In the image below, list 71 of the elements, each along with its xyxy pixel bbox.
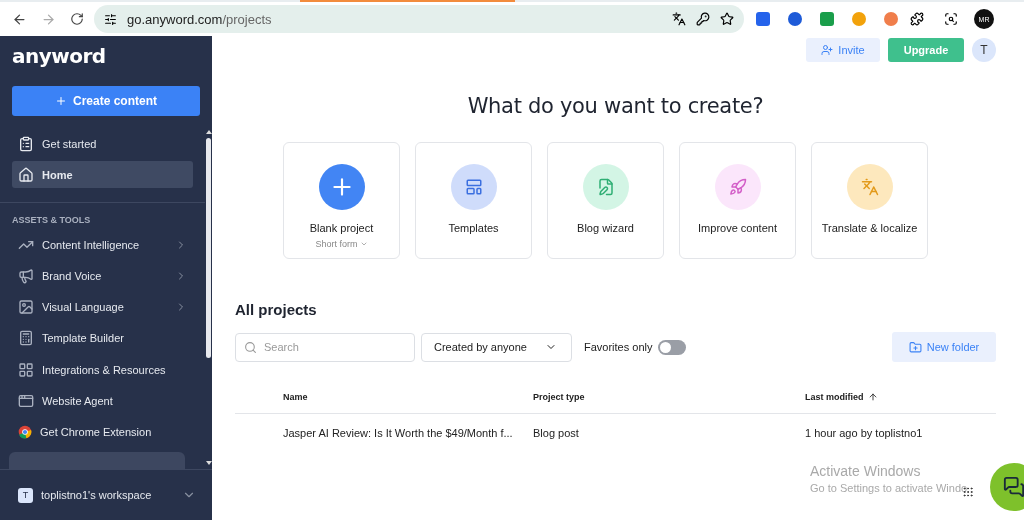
url-text: go.anyword.com/projects [127, 11, 273, 27]
layout-icon [464, 178, 483, 196]
search-field[interactable]: Search [235, 332, 415, 362]
clipboard-icon [18, 135, 34, 152]
create-option-card[interactable]: Blog wizard [547, 142, 664, 259]
sidebar-item[interactable]: Get started [12, 130, 193, 158]
image-icon [18, 299, 34, 316]
grid-icon [18, 361, 34, 378]
site-settings-icon[interactable] [104, 12, 117, 26]
section-heading: All projects [235, 301, 318, 318]
option-label: Improve content [698, 222, 777, 234]
short-form-dropdown[interactable]: Short form [315, 239, 368, 249]
sidebar-item[interactable]: Content Intelligence [12, 231, 193, 259]
address-bar[interactable]: go.anyword.com/projects [94, 5, 744, 33]
chat-icon [1003, 476, 1024, 498]
logo: anyword [11, 43, 107, 70]
workspace-avatar: T [18, 487, 33, 503]
option-label: Translate & localize [821, 222, 918, 234]
extension-icon[interactable] [788, 12, 802, 26]
activation-text: Go to Settings to activate Windo [810, 482, 968, 494]
table-cell-text: Blog post [533, 427, 580, 439]
create-option-card[interactable]: Translate & localize [811, 142, 928, 259]
user-plus-icon [821, 44, 834, 56]
favorites-label: Favorites only [584, 341, 653, 353]
lens-icon[interactable] [944, 12, 958, 26]
creator-dropdown[interactable]: Created by anyone [421, 332, 572, 362]
folder-plus-icon [908, 340, 922, 354]
table-cell-text: 1 hour ago by toplistno1 [805, 427, 924, 439]
bookmark-star-icon[interactable] [720, 12, 734, 26]
section-title: ASSETS & TOOLS [12, 215, 92, 228]
sort-arrow-icon [867, 391, 878, 402]
megaphone-icon [18, 268, 34, 285]
activation-title: Activate Windows [810, 463, 922, 479]
sidebar-item[interactable]: Website Agent [12, 387, 193, 415]
sidebar-item[interactable]: Integrations & Resources [12, 356, 193, 384]
table-cell[interactable]: Jasper AI Review: Is It Worth the $49/Month f... [283, 427, 533, 439]
sidebar-item[interactable]: Brand Voice [12, 262, 193, 290]
page-heading: What do you want to create? [466, 94, 765, 118]
translate-icon [860, 178, 879, 196]
reload-icon [70, 12, 84, 26]
favorites-toggle[interactable] [658, 339, 687, 355]
plus-icon [55, 95, 67, 107]
extension-icon[interactable] [884, 12, 898, 26]
workspace-switcher[interactable]: T toplistno1's workspace [0, 469, 212, 520]
chrome-logo-icon [18, 424, 32, 439]
option-label: Blank project [309, 222, 374, 234]
window-icon [18, 392, 34, 409]
chevron-down-icon [359, 240, 368, 248]
sidebar-item[interactable]: Home [12, 161, 193, 189]
option-label: Templates [448, 222, 499, 234]
create-content-button[interactable]: Create content [12, 86, 200, 116]
create-option-card[interactable]: Templates [415, 142, 532, 259]
document-pen-icon [596, 178, 615, 196]
option-label: Blog wizard [577, 222, 634, 234]
create-option-card[interactable]: Improve content [679, 142, 796, 259]
column-header[interactable]: Project type [533, 391, 805, 402]
sidebar-item[interactable]: Get Chrome Extension [12, 418, 193, 446]
key-icon[interactable] [696, 12, 710, 26]
sidebar-item[interactable]: Template Builder [12, 324, 193, 352]
calculator-icon [18, 330, 34, 347]
sidebar-item[interactable]: Visual Language [12, 293, 193, 321]
forward-arrow-icon [41, 11, 56, 27]
chat-button[interactable] [990, 463, 1024, 511]
column-header[interactable]: Name [283, 391, 533, 402]
extensions-icon[interactable] [910, 12, 924, 26]
user-avatar[interactable]: T [972, 38, 996, 62]
rocket-icon [728, 178, 747, 196]
translate-icon[interactable] [672, 12, 686, 26]
column-header[interactable]: Last modified [805, 391, 996, 402]
create-option-card[interactable]: Blank project Short form [283, 142, 400, 259]
home-icon [18, 166, 34, 183]
